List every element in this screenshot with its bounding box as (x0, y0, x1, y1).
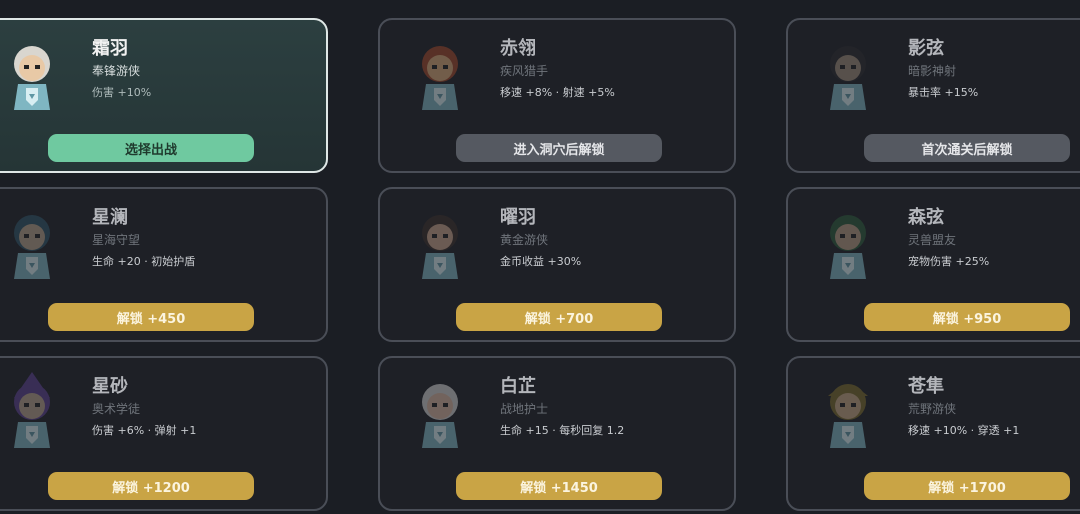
hero-name: 星砂 (92, 376, 128, 397)
hero-card[interactable]: 曜羽黄金游侠金币收益 +30% 解锁 +700 (378, 187, 736, 342)
hero-ranger-hat-icon (814, 372, 882, 452)
hero-stat: 移速 +10% · 穿透 +1 (908, 424, 1020, 437)
hero-grid: 霜羽奉锋游侠伤害 +10% 选择出战 赤翎疾风猎手移速 +8% · 射速 +5% 进… (0, 18, 1080, 511)
hero-red-plume-icon (406, 203, 474, 283)
hero-name: 白芷 (500, 376, 536, 397)
hero-name: 影弦 (908, 38, 944, 59)
hero-role: 奉锋游侠 (92, 64, 141, 78)
hero-name: 苍隼 (908, 376, 944, 397)
hero-stat: 生命 +20 · 初始护盾 (92, 255, 196, 268)
hero-nurse-cap-icon (406, 372, 474, 452)
hero-card[interactable]: 影弦暗影神射暴击率 +15% 首次通关后解锁 (786, 18, 1080, 173)
unlock-hero-button[interactable]: 解锁 +1200 (48, 472, 254, 500)
hero-role: 暗影神射 (908, 64, 957, 78)
unlock-hero-button[interactable]: 解锁 +450 (48, 303, 254, 331)
locked-condition-button[interactable]: 首次通关后解锁 (864, 134, 1070, 162)
hero-red-hair-icon (406, 34, 474, 114)
hero-card[interactable]: 白芷战地护士生命 +15 · 每秒回复 1.2 解锁 +1450 (378, 356, 736, 511)
hero-name: 森弦 (908, 207, 944, 228)
hero-stat: 移速 +8% · 射速 +5% (500, 86, 615, 99)
hero-card[interactable]: 苍隼荒野游侠移速 +10% · 穿透 +1 解锁 +1700 (786, 356, 1080, 511)
hero-role: 星海守望 (92, 233, 141, 247)
hero-stat: 宠物伤害 +25% (908, 255, 990, 268)
hero-card[interactable]: 星砂奥术学徒伤害 +6% · 弹射 +1 解锁 +1200 (0, 356, 328, 511)
hero-blue-spiky-icon (0, 203, 66, 283)
locked-condition-button[interactable]: 进入洞穴后解锁 (456, 134, 662, 162)
unlock-hero-button[interactable]: 解锁 +700 (456, 303, 662, 331)
hero-role: 奥术学徒 (92, 402, 141, 416)
hero-white-hair-icon (0, 34, 66, 114)
hero-card[interactable]: 赤翎疾风猎手移速 +8% · 射速 +5% 进入洞穴后解锁 (378, 18, 736, 173)
hero-wizard-hat-icon (0, 372, 66, 452)
unlock-hero-button[interactable]: 解锁 +1700 (864, 472, 1070, 500)
hero-card[interactable]: 森弦灵兽盟友宠物伤害 +25% 解锁 +950 (786, 187, 1080, 342)
select-hero-button[interactable]: 选择出战 (48, 134, 254, 162)
hero-role: 黄金游侠 (500, 233, 549, 247)
hero-name: 霜羽 (92, 38, 128, 59)
hero-select-screen: · · · · · · · · · · · · · · · · · · 霜羽奉锋… (0, 0, 1080, 514)
hero-name: 赤翎 (500, 38, 536, 59)
hero-name: 曜羽 (500, 207, 536, 228)
hero-name: 星澜 (92, 207, 128, 228)
top-hint-text: · · · · · · · · · · · · · · · · · · (380, 0, 740, 2)
hero-role: 战地护士 (500, 402, 549, 416)
hero-stat: 伤害 +10% (92, 86, 152, 99)
unlock-hero-button[interactable]: 解锁 +1450 (456, 472, 662, 500)
hero-dark-hood-icon (814, 34, 882, 114)
unlock-hero-button[interactable]: 解锁 +950 (864, 303, 1070, 331)
hero-stat: 暴击率 +15% (908, 86, 979, 99)
hero-green-elf-icon (814, 203, 882, 283)
hero-stat: 生命 +15 · 每秒回复 1.2 (500, 424, 625, 437)
hero-card[interactable]: 霜羽奉锋游侠伤害 +10% 选择出战 (0, 18, 328, 173)
hero-role: 疾风猎手 (500, 64, 549, 78)
hero-role: 荒野游侠 (908, 402, 957, 416)
hero-card[interactable]: 星澜星海守望生命 +20 · 初始护盾解锁 +450 (0, 187, 328, 342)
hero-stat: 伤害 +6% · 弹射 +1 (92, 424, 197, 437)
hero-stat: 金币收益 +30% (500, 255, 582, 268)
hero-role: 灵兽盟友 (908, 233, 957, 247)
